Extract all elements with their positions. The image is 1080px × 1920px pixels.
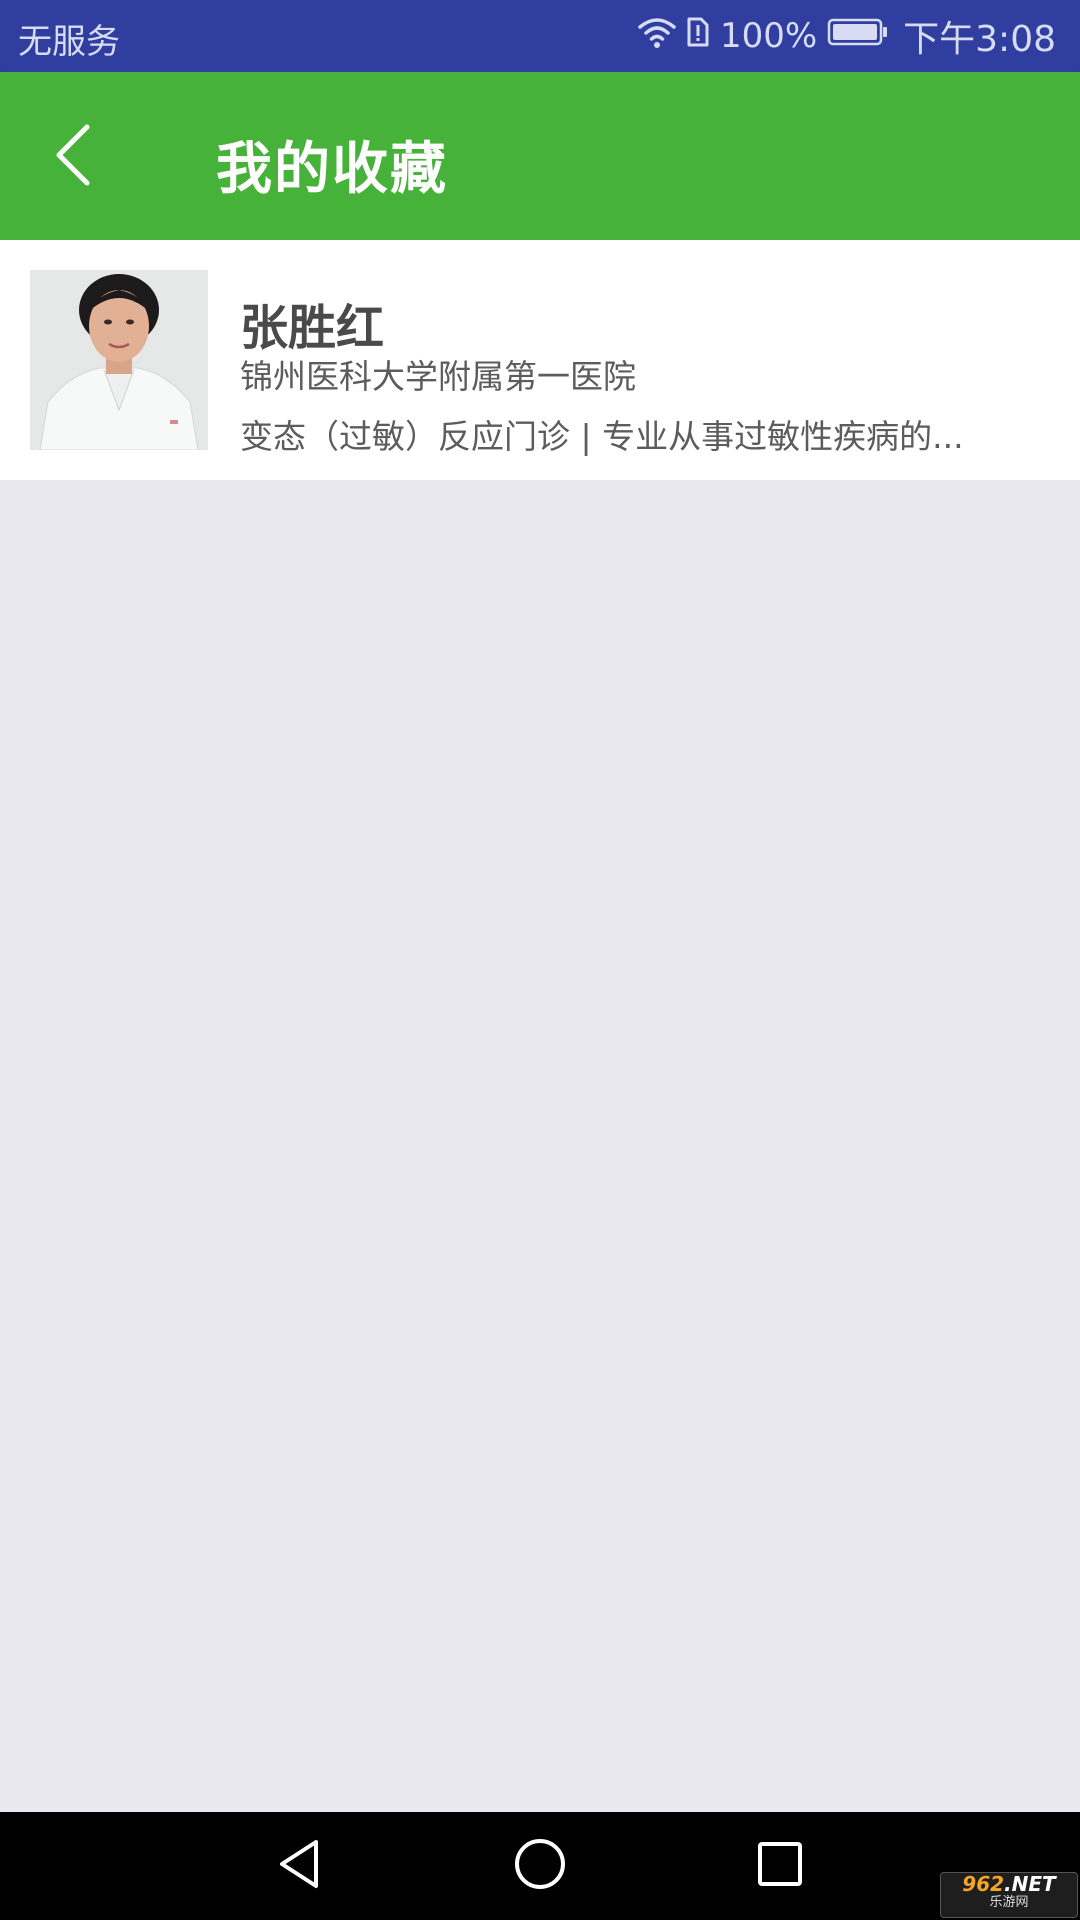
nav-home-button[interactable]	[504, 1830, 576, 1902]
chevron-left-icon	[53, 123, 93, 191]
page-title: 我的收藏	[216, 137, 448, 202]
status-bar: 无服务 100% 下午3:08	[0, 0, 1080, 72]
doctor-specialty: 变态（过敏）反应门诊 | 专业从事过敏性疾病的...	[240, 417, 964, 456]
system-nav-bar	[0, 1812, 1080, 1920]
wifi-icon	[638, 15, 676, 58]
carrier-label: 无服务	[18, 22, 120, 62]
battery-percent: 100%	[719, 16, 818, 56]
site-watermark: 962.NET 乐游网	[940, 1872, 1078, 1918]
watermark-subtitle: 乐游网	[989, 1895, 1029, 1910]
clock: 下午3:08	[903, 19, 1056, 60]
nav-back-button[interactable]	[264, 1830, 336, 1902]
battery-icon	[827, 16, 889, 56]
watermark-logo: 962.NET	[962, 1872, 1056, 1896]
status-indicators: 100% 下午3:08	[628, 0, 1056, 72]
favorite-doctor-item[interactable]: 张胜红 锦州医科大学附属第一医院 变态（过敏）反应门诊 | 专业从事过敏性疾病的…	[0, 240, 1080, 480]
recents-square-icon	[752, 1836, 808, 1896]
nav-recents-button[interactable]	[744, 1830, 816, 1902]
hospital-name: 锦州医科大学附属第一医院	[240, 357, 636, 396]
doctor-avatar	[30, 270, 208, 450]
doctor-name: 张胜红	[240, 300, 385, 356]
back-button[interactable]	[38, 112, 108, 202]
back-triangle-icon	[272, 1836, 328, 1896]
home-circle-icon	[512, 1836, 568, 1896]
app-bar: 我的收藏	[0, 72, 1080, 240]
favorites-list: 张胜红 锦州医科大学附属第一医院 变态（过敏）反应门诊 | 专业从事过敏性疾病的…	[0, 240, 1080, 480]
sim-alert-icon	[686, 15, 710, 58]
